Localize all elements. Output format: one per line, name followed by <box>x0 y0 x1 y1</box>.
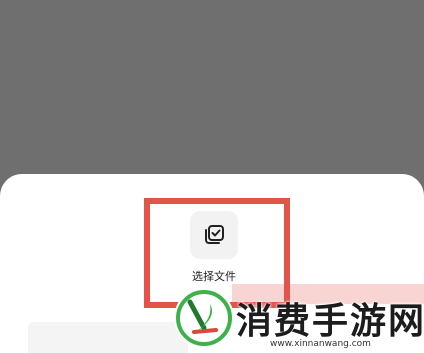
watermark: 消费手游网 www.xinnanwang.com <box>170 284 424 353</box>
watermark-logo-icon <box>176 290 232 346</box>
next-option-row <box>28 322 188 353</box>
watermark-brand-name: 消费手游网 <box>236 301 424 342</box>
watermark-url: www.xinnanwang.com <box>270 339 371 349</box>
